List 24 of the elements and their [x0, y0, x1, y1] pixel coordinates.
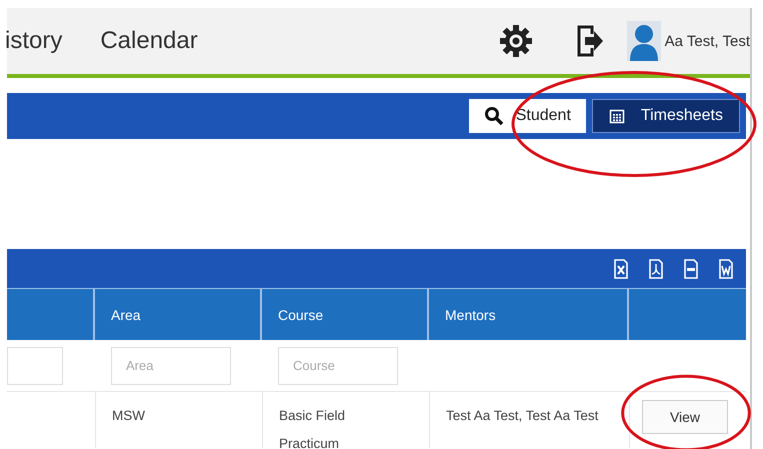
view-button[interactable]: View: [642, 400, 728, 434]
table-cell: MSW: [112, 408, 145, 423]
excel-export-icon[interactable]: [613, 258, 629, 278]
column-header[interactable]: Area: [95, 289, 262, 340]
filter-field[interactable]: Area: [111, 346, 231, 384]
column-header[interactable]: Course: [262, 289, 429, 340]
search-icon: [484, 106, 504, 126]
settings-icon[interactable]: [498, 24, 533, 58]
filter-field[interactable]: Course: [278, 346, 398, 384]
pdf-export-icon[interactable]: [648, 258, 664, 278]
column-header[interactable]: Mentors: [429, 289, 629, 340]
calendar-icon: [608, 108, 625, 124]
nav-link[interactable]: Calendar: [100, 27, 198, 55]
logout-icon[interactable]: [574, 24, 605, 58]
filter-field[interactable]: [7, 346, 63, 384]
student-search-button[interactable]: Student: [468, 99, 586, 133]
csv-export-icon[interactable]: [683, 258, 699, 278]
timesheets-button[interactable]: Timesheets: [592, 99, 740, 133]
nav-link[interactable]: istory: [5, 27, 62, 55]
table-cell: Test Aa Test, Test Aa Test: [446, 408, 598, 423]
user-name[interactable]: Aa Test, Test: [664, 32, 750, 50]
table-cell-text: Basic Field Practicum: [279, 407, 346, 449]
user-avatar-icon[interactable]: [626, 21, 661, 61]
word-export-icon[interactable]: [718, 258, 734, 278]
